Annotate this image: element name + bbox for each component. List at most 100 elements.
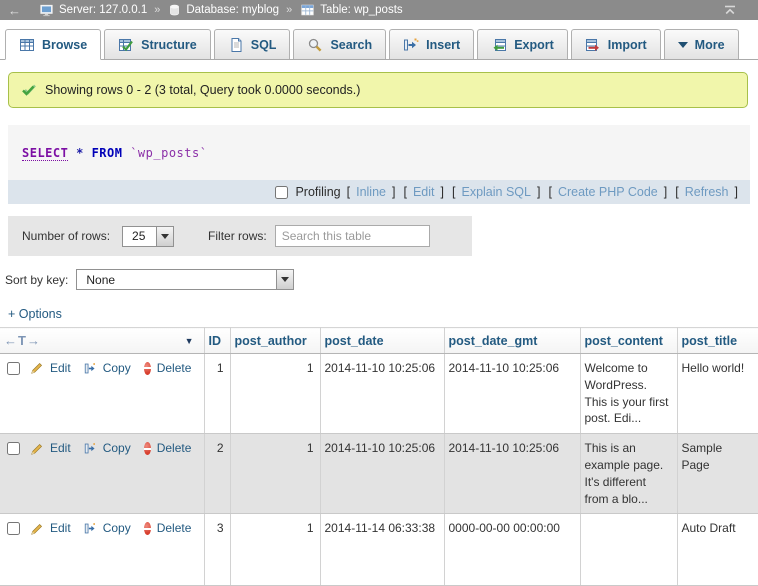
edit-pencil-icon <box>30 442 44 456</box>
sort-row: Sort by key: None <box>5 269 758 290</box>
delete-row-icon <box>144 362 151 375</box>
cell-post-author: 1 <box>230 514 320 586</box>
column-header-post-content[interactable]: post_content <box>580 328 677 354</box>
rows-control-bar: Number of rows: 25 Filter rows: <box>8 216 472 256</box>
sql-table-identifier: `wp_posts` <box>130 146 207 160</box>
tab-label: More <box>695 38 725 52</box>
database-icon <box>168 3 181 17</box>
delete-row-link[interactable]: Delete <box>157 360 192 377</box>
cell-post-title: Auto Draft <box>677 514 758 586</box>
copy-row-icon <box>84 362 97 375</box>
cell-post-date: 2014-11-10 10:25:06 <box>320 354 444 434</box>
cell-id: 1 <box>204 354 230 434</box>
server-host-icon <box>39 3 54 18</box>
results-table: ←T→ ▼ ID post_author post_date post_date… <box>0 327 758 586</box>
tab-export[interactable]: Export <box>477 29 568 59</box>
export-icon <box>491 37 507 53</box>
column-header-post-date-gmt[interactable]: post_date_gmt <box>444 328 580 354</box>
query-toolbar: Profiling [ Inline ] [ Edit ] [ Explain … <box>8 180 750 204</box>
column-header-post-date[interactable]: post_date <box>320 328 444 354</box>
profiling-checkbox[interactable] <box>275 186 288 199</box>
table-row: Edit Copy Delete 1 1 2014-11-10 10:25:06… <box>0 354 758 434</box>
sql-keyword-from: FROM <box>92 146 123 160</box>
tab-label: Insert <box>426 38 460 52</box>
delete-row-link[interactable]: Delete <box>157 520 192 537</box>
cell-post-date-gmt: 0000-00-00 00:00:00 <box>444 514 580 586</box>
result-message-text: Showing rows 0 - 2 (3 total, Query took … <box>45 83 360 97</box>
breadcrumb-server[interactable]: Server: 127.0.0.1 <box>59 4 147 16</box>
cell-post-author: 1 <box>230 434 320 514</box>
tab-label: Import <box>608 38 647 52</box>
sql-file-icon <box>228 37 244 53</box>
cell-post-title: Sample Page <box>677 434 758 514</box>
tab-import[interactable]: Import <box>571 29 661 59</box>
tab-search[interactable]: Search <box>293 29 386 59</box>
sql-query-text: SELECT * FROM `wp_posts` <box>8 125 750 180</box>
number-of-rows-select[interactable]: 25 <box>122 226 174 247</box>
sort-key-select[interactable]: None <box>76 269 294 290</box>
bracket: ] <box>441 185 444 199</box>
edit-row-link[interactable]: Edit <box>50 520 71 537</box>
table-row: Edit Copy Delete 2 1 2014-11-10 10:25:06… <box>0 434 758 514</box>
cell-post-date: 2014-11-14 06:33:38 <box>320 514 444 586</box>
bracket: ] <box>537 185 540 199</box>
collapse-navbar-icon[interactable] <box>722 3 738 17</box>
tab-structure[interactable]: Structure <box>104 29 211 59</box>
tab-label: Export <box>514 38 554 52</box>
actions-header-cell: ←T→ ▼ <box>0 328 204 354</box>
cell-post-content: Welcome to WordPress. This is your first… <box>580 354 677 434</box>
cell-post-date-gmt: 2014-11-10 10:25:06 <box>444 434 580 514</box>
edit-query-link[interactable]: Edit <box>413 185 435 199</box>
cell-id: 3 <box>204 514 230 586</box>
row-select-checkbox[interactable] <box>7 442 20 455</box>
bracket: ] <box>664 185 667 199</box>
tab-label: Structure <box>141 38 197 52</box>
tab-sql[interactable]: SQL <box>214 29 291 59</box>
create-php-code-link[interactable]: Create PHP Code <box>558 185 658 199</box>
select-arrow-icon <box>276 270 293 289</box>
sort-dropdown-icon[interactable]: ▼ <box>185 336 194 346</box>
explain-sql-link[interactable]: Explain SQL <box>461 185 530 199</box>
tab-label: Browse <box>42 38 87 52</box>
copy-row-link[interactable]: Copy <box>103 440 131 457</box>
tab-label: SQL <box>251 38 277 52</box>
back-arrow-icon[interactable]: ← <box>8 3 21 18</box>
number-of-rows-label: Number of rows: <box>22 229 110 243</box>
filter-search-input[interactable] <box>275 225 430 247</box>
sql-keyword-select[interactable]: SELECT <box>22 146 68 161</box>
column-header-post-author[interactable]: post_author <box>230 328 320 354</box>
row-select-checkbox[interactable] <box>7 362 20 375</box>
copy-row-link[interactable]: Copy <box>103 520 131 537</box>
breadcrumb-separator: » <box>154 4 160 16</box>
delete-row-link[interactable]: Delete <box>157 440 192 457</box>
tab-insert[interactable]: Insert <box>389 29 474 59</box>
column-header-id[interactable]: ID <box>204 328 230 354</box>
options-toggle-link[interactable]: + Options <box>8 307 62 321</box>
bracket: ] <box>735 185 738 199</box>
table-header-row: ←T→ ▼ ID post_author post_date post_date… <box>0 328 758 354</box>
transpose-arrows[interactable]: ←T→ <box>4 333 41 348</box>
row-select-checkbox[interactable] <box>7 522 20 535</box>
cell-post-content: This is an example page. It's different … <box>580 434 677 514</box>
column-header-post-title[interactable]: post_title <box>677 328 758 354</box>
query-result-message: Showing rows 0 - 2 (3 total, Query took … <box>8 72 748 108</box>
tab-more[interactable]: More <box>664 29 739 59</box>
query-box: SELECT * FROM `wp_posts` Profiling [ Inl… <box>8 125 750 204</box>
inline-edit-link[interactable]: Inline <box>356 185 386 199</box>
tab-browse[interactable]: Browse <box>5 29 101 60</box>
bracket: [ <box>347 185 350 199</box>
selected-rows-value: 25 <box>123 227 154 246</box>
selected-sort-value: None <box>77 270 124 289</box>
copy-row-icon <box>84 522 97 535</box>
edit-row-link[interactable]: Edit <box>50 440 71 457</box>
bracket: [ <box>675 185 678 199</box>
refresh-link[interactable]: Refresh <box>685 185 729 199</box>
edit-row-link[interactable]: Edit <box>50 360 71 377</box>
breadcrumb-database[interactable]: Database: myblog <box>186 4 279 16</box>
import-icon <box>585 37 601 53</box>
bracket: [ <box>548 185 551 199</box>
select-arrow-icon <box>156 227 173 246</box>
copy-row-link[interactable]: Copy <box>103 360 131 377</box>
edit-pencil-icon <box>30 522 44 536</box>
cell-id: 2 <box>204 434 230 514</box>
